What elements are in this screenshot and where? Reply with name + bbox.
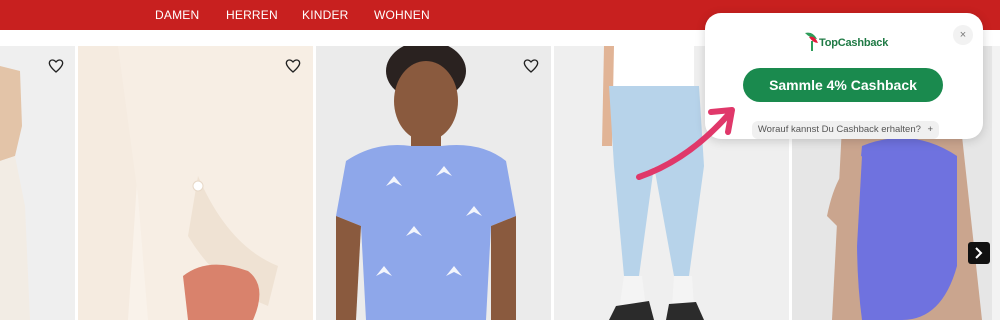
chevron-right-icon — [975, 247, 983, 259]
arrow-icon — [636, 107, 735, 180]
cashback-info-link[interactable]: Worauf kannst Du Cashback erhalten? + — [752, 121, 939, 139]
carousel-next-button[interactable] — [968, 242, 990, 264]
product-tile-2[interactable] — [78, 46, 313, 320]
heart-icon[interactable] — [48, 58, 66, 76]
cashback-popup: TopCashback × Sammle 4% Cashback Worauf … — [705, 13, 983, 139]
nav-item-herren[interactable]: HERREN — [226, 8, 278, 22]
heart-icon[interactable] — [523, 58, 541, 76]
product-tile-3[interactable] — [316, 46, 551, 320]
collect-cashback-button[interactable]: Sammle 4% Cashback — [743, 68, 943, 102]
product-image-3 — [316, 46, 551, 320]
product-image-1 — [0, 46, 75, 320]
nav-item-damen[interactable]: DAMEN — [155, 8, 199, 22]
nav-item-kinder[interactable]: KINDER — [302, 8, 349, 22]
plus-icon: + — [927, 124, 934, 135]
close-icon[interactable]: × — [953, 25, 973, 45]
heart-icon[interactable] — [285, 58, 303, 76]
product-tile-1[interactable] — [0, 46, 75, 320]
scroll-edge — [992, 46, 1000, 320]
nav-item-wohnen[interactable]: WOHNEN — [374, 8, 430, 22]
product-image-2 — [78, 46, 313, 320]
brand-name: TopCashback — [819, 37, 889, 49]
cashback-info-label: Worauf kannst Du Cashback erhalten? — [757, 124, 921, 135]
